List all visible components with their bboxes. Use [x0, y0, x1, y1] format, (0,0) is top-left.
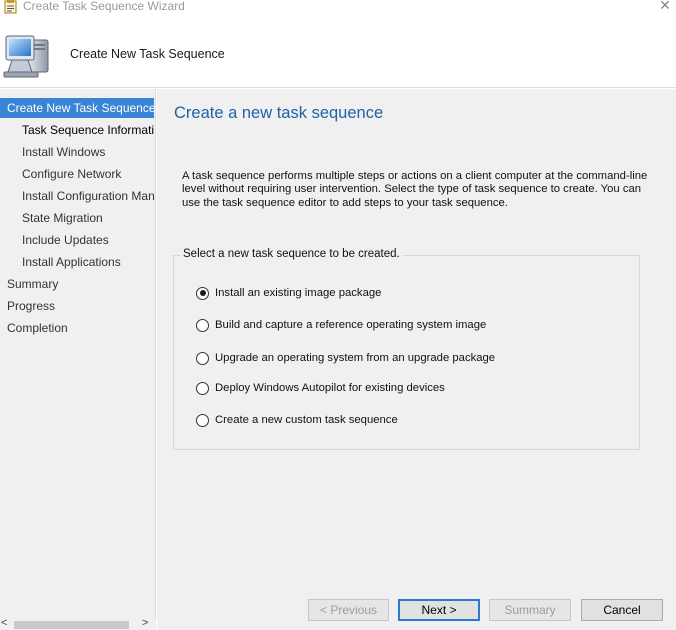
radio-button[interactable]: [196, 351, 209, 365]
radio-button[interactable]: [196, 381, 209, 395]
radio-button[interactable]: [196, 318, 209, 332]
nav-step-include-updates[interactable]: Include Updates: [0, 230, 154, 250]
wizard-page: Create a new task sequence A task sequen…: [157, 89, 676, 630]
task-sequence-type-group: Select a new task sequence to be created…: [173, 248, 640, 450]
page-heading: Create a new task sequence: [174, 104, 384, 122]
nav-step-state-migration[interactable]: State Migration: [0, 208, 154, 228]
nav-step-completion[interactable]: Completion: [0, 318, 154, 338]
nav-step-install-windows[interactable]: Install Windows: [0, 142, 154, 162]
title-bar: Create Task Sequence Wizard ✕: [0, 0, 676, 14]
window-title: Create Task Sequence Wizard: [23, 0, 185, 13]
close-icon[interactable]: ✕: [658, 0, 672, 12]
option-deploy-autopilot[interactable]: Deploy Windows Autopilot for existing de…: [196, 380, 445, 396]
wizard-app-icon: [4, 0, 17, 14]
option-label[interactable]: Install an existing image package: [215, 287, 381, 299]
nav-step-progress[interactable]: Progress: [0, 296, 154, 316]
option-label[interactable]: Deploy Windows Autopilot for existing de…: [215, 382, 445, 394]
nav-step-summary[interactable]: Summary: [0, 274, 154, 294]
scrollbar-thumb[interactable]: [14, 621, 129, 629]
option-build-and-capture[interactable]: Build and capture a reference operating …: [196, 317, 486, 333]
group-label: Select a new task sequence to be created…: [180, 248, 403, 260]
next-button[interactable]: Next >: [398, 599, 480, 621]
page-description: A task sequence performs multiple steps …: [182, 170, 648, 209]
scroll-left-icon[interactable]: <: [1, 617, 7, 629]
nav-step-task-sequence-information[interactable]: Task Sequence Information: [0, 120, 154, 140]
previous-button[interactable]: < Previous: [308, 599, 389, 621]
radio-button[interactable]: [196, 286, 209, 300]
wizard-header: Create New Task Sequence: [0, 14, 676, 88]
wizard-step-nav: Create New Task Sequence Task Sequence I…: [0, 89, 156, 630]
nav-step-install-applications[interactable]: Install Applications: [0, 252, 154, 272]
option-install-existing-image[interactable]: Install an existing image package: [196, 285, 381, 301]
radio-button[interactable]: [196, 413, 209, 427]
option-label[interactable]: Upgrade an operating system from an upgr…: [215, 352, 495, 364]
nav-horizontal-scrollbar[interactable]: < >: [0, 617, 156, 630]
option-upgrade-os[interactable]: Upgrade an operating system from an upgr…: [196, 350, 495, 366]
nav-step-create-new-task-sequence[interactable]: Create New Task Sequence: [0, 98, 154, 118]
nav-step-configure-network[interactable]: Configure Network: [0, 164, 154, 184]
header-title: Create New Task Sequence: [70, 47, 225, 61]
nav-step-install-configuration-manager[interactable]: Install Configuration Manager: [0, 186, 154, 206]
computer-icon: [3, 35, 49, 78]
summary-button[interactable]: Summary: [489, 599, 571, 621]
option-custom-task-sequence[interactable]: Create a new custom task sequence: [196, 412, 398, 428]
cancel-button[interactable]: Cancel: [581, 599, 663, 621]
scroll-right-icon[interactable]: >: [142, 617, 148, 629]
option-label[interactable]: Build and capture a reference operating …: [215, 319, 486, 331]
option-label[interactable]: Create a new custom task sequence: [215, 414, 398, 426]
